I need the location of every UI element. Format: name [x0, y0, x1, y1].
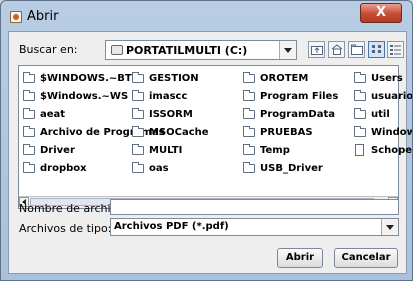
folder-icon	[243, 108, 255, 119]
chevron-down-icon[interactable]	[279, 41, 296, 59]
folder-icon	[132, 90, 144, 101]
chevron-down-icon[interactable]	[381, 219, 398, 235]
folder-icon	[354, 72, 366, 83]
folder-icon	[23, 162, 35, 173]
folder-icon	[23, 126, 35, 137]
list-view-icon[interactable]	[368, 41, 385, 58]
file-list[interactable]: $WINDOWS.~BT $Windows.~WS aeat Archivo d…	[18, 65, 412, 209]
folder-icon	[243, 126, 255, 137]
filetype-select[interactable]: Archivos PDF (*.pdf)	[110, 218, 399, 236]
title-bar[interactable]: Abrir X	[1, 1, 412, 31]
folder-icon	[23, 72, 35, 83]
home-icon[interactable]	[328, 41, 345, 58]
folder-icon	[132, 72, 144, 83]
folder-icon	[243, 72, 255, 83]
look-in-value: PORTATILMULTI (C:)	[126, 44, 248, 57]
up-folder-icon[interactable]	[308, 41, 325, 58]
close-button[interactable]: X	[360, 3, 402, 23]
drive-icon	[111, 45, 123, 55]
look-in-combo[interactable]: PORTATILMULTI (C:)	[105, 40, 297, 60]
filename-field[interactable]	[110, 199, 399, 215]
open-dialog: Abrir X Buscar en: PORTATILMULTI (C:) $W…	[0, 0, 413, 281]
dialog-body: Buscar en: PORTATILMULTI (C:) $WINDOWS.~…	[8, 31, 412, 274]
folder-icon	[132, 162, 144, 173]
java-app-icon	[10, 11, 22, 23]
filetype-value: Archivos PDF (*.pdf)	[114, 221, 229, 232]
details-view-icon[interactable]	[387, 41, 404, 58]
folder-icon	[243, 90, 255, 101]
look-in-label: Buscar en:	[19, 43, 78, 56]
window-title: Abrir	[27, 9, 59, 24]
folder-icon	[23, 108, 35, 119]
new-folder-icon[interactable]	[348, 41, 365, 58]
folder-icon	[23, 90, 35, 101]
folder-icon	[354, 90, 366, 101]
cancel-button[interactable]: Cancelar	[334, 248, 398, 268]
folder-icon	[243, 144, 255, 155]
document-icon	[355, 144, 364, 156]
folder-icon	[23, 144, 35, 155]
folder-icon	[132, 108, 144, 119]
folder-icon	[132, 144, 144, 155]
folder-icon	[354, 126, 366, 137]
folder-icon	[354, 108, 366, 119]
folder-icon	[132, 126, 144, 137]
open-button[interactable]: Abrir	[277, 248, 323, 268]
folder-icon	[243, 162, 255, 173]
filetype-label: Archivos de tipo:	[19, 222, 112, 235]
